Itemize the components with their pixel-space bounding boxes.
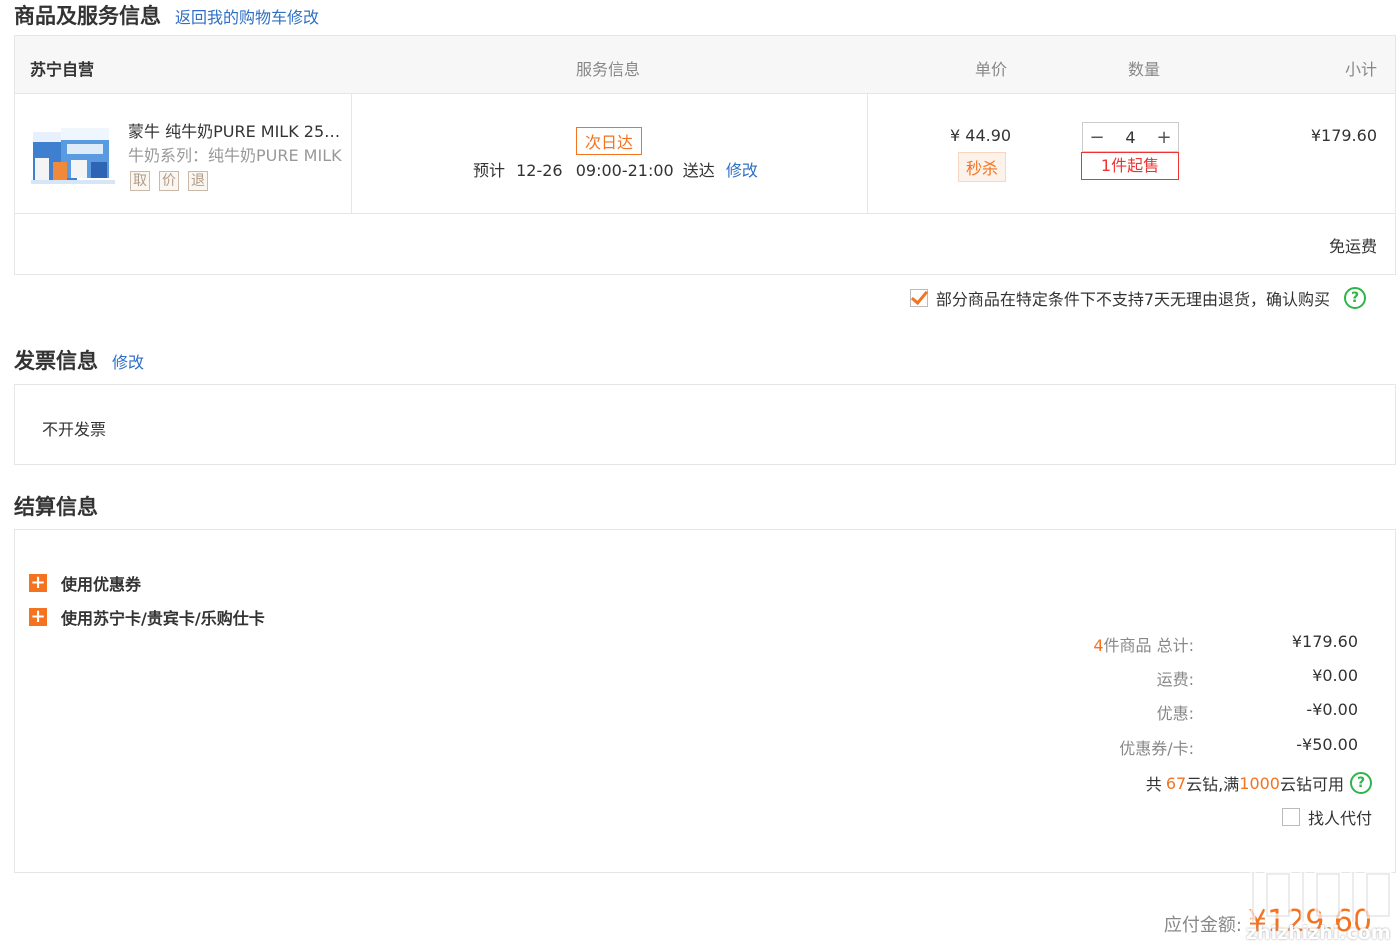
agreement-checkbox[interactable] xyxy=(909,289,928,307)
coins-mid: 云钻,满 xyxy=(1186,775,1240,794)
col-subtotal: 小计 xyxy=(1344,60,1377,79)
summary-discount-label: 优惠: xyxy=(1156,704,1194,723)
summary-freight-label: 运费: xyxy=(1156,670,1194,689)
summary-coupon-value: -¥50.00 xyxy=(1296,735,1358,754)
summary-coupon-label: 优惠券/卡: xyxy=(1119,739,1194,758)
quantity-decrease-button[interactable]: − xyxy=(1083,127,1111,148)
cloud-diamond-info: 共 67 云钻,满 1000 云钻可用 ? xyxy=(1146,771,1372,795)
free-shipping-label: 免运费 xyxy=(1328,237,1377,256)
invoice-section-title: 发票信息 xyxy=(14,349,98,373)
return-icon: 退 xyxy=(188,171,208,191)
summary-discount-value: -¥0.00 xyxy=(1306,700,1358,719)
back-to-cart-link[interactable]: 返回我的购物车修改 xyxy=(175,4,319,28)
delivery-date: 12-26 xyxy=(516,161,563,180)
invoice-section-header: 发票信息 修改 xyxy=(14,345,144,375)
delivery-time: 09:00-21:00 xyxy=(575,161,674,180)
coins-owned: 67 xyxy=(1165,773,1187,793)
col-service: 服务信息 xyxy=(576,60,641,79)
invoice-edit-link[interactable]: 修改 xyxy=(112,349,144,373)
goods-table: 苏宁自营 服务信息 单价 数量 小计 蒙牛 纯牛奶PURE MILK 250ml… xyxy=(14,35,1396,275)
plus-icon: + xyxy=(29,606,47,627)
goods-section-header: 商品及服务信息 返回我的购物车修改 xyxy=(14,0,319,30)
next-day-badge: 次日达 xyxy=(576,127,643,155)
product-name[interactable]: 蒙牛 纯牛奶PURE MILK 250ml×16盒 xyxy=(128,118,350,142)
payable-label: 应付金额: xyxy=(1163,915,1242,936)
summary-total-value: ¥179.60 xyxy=(1291,632,1358,651)
use-coupon-toggle[interactable]: + 使用优惠券 xyxy=(29,571,141,595)
price-protect-icon: 价 xyxy=(159,171,179,191)
product-thumbnail[interactable] xyxy=(31,124,115,186)
flash-sale-badge: 秒杀 xyxy=(958,152,1007,182)
proxy-pay-option[interactable]: 找人代付 xyxy=(1281,805,1372,829)
coins-threshold: 1000 xyxy=(1239,773,1280,793)
coins-suffix: 云钻可用 xyxy=(1279,775,1344,794)
use-coupon-label: 使用优惠券 xyxy=(61,575,142,594)
item-count-label: 件商品 总计: xyxy=(1103,636,1194,655)
pickup-icon: 取 xyxy=(130,171,150,191)
col-unit-price: 单价 xyxy=(975,60,1008,79)
settle-section-title: 结算信息 xyxy=(14,495,98,519)
divider xyxy=(867,94,868,214)
item-count: 4 xyxy=(1093,636,1104,655)
summary-total-label: 4件商品 总计: xyxy=(1093,632,1194,656)
goods-table-header: 苏宁自营 服务信息 单价 数量 小计 xyxy=(15,36,1395,94)
quantity-increase-button[interactable]: + xyxy=(1150,127,1178,148)
invoice-value: 不开发票 xyxy=(42,420,107,439)
service-icons: 取 价 退 xyxy=(130,171,208,191)
delivery-estimate: 预计 12-26 09:00-21:00 送达 修改 xyxy=(473,157,758,181)
min-sale-notice: 1件起售 xyxy=(1081,152,1179,180)
proxy-pay-checkbox[interactable] xyxy=(1281,808,1300,826)
delivery-suffix: 送达 xyxy=(682,161,715,180)
store-name: 苏宁自营 xyxy=(30,60,95,79)
agreement-text: 部分商品在特定条件下不支持7天无理由退货，确认购买 xyxy=(935,290,1330,309)
help-icon[interactable]: ? xyxy=(1350,772,1372,794)
invoice-box: 不开发票 xyxy=(14,384,1396,465)
use-card-toggle[interactable]: + 使用苏宁卡/贵宾卡/乐购仕卡 xyxy=(29,605,265,629)
delivery-edit-link[interactable]: 修改 xyxy=(726,161,758,180)
quantity-stepper: − + xyxy=(1082,122,1179,152)
product-spec: 牛奶系列：纯牛奶PURE MILK xyxy=(128,146,342,165)
summary-freight-value: ¥0.00 xyxy=(1312,666,1358,685)
item-subtotal: ¥179.60 xyxy=(1310,126,1377,145)
goods-section-title: 商品及服务信息 xyxy=(14,4,161,28)
delivery-prefix: 预计 xyxy=(473,161,506,180)
goods-row: 蒙牛 纯牛奶PURE MILK 250ml×16盒 牛奶系列：纯牛奶PURE M… xyxy=(15,94,1395,214)
quantity-input[interactable] xyxy=(1111,124,1150,150)
use-card-label: 使用苏宁卡/贵宾卡/乐购仕卡 xyxy=(61,609,265,628)
proxy-pay-label: 找人代付 xyxy=(1307,809,1372,828)
watermark-text: zhizhizhi.com xyxy=(1246,922,1391,944)
help-icon[interactable]: ? xyxy=(1344,287,1366,309)
settle-section-header: 结算信息 xyxy=(14,491,98,521)
unit-price: ¥ 44.90 xyxy=(950,126,1012,145)
coins-prefix: 共 xyxy=(1145,775,1162,794)
divider xyxy=(351,94,352,214)
plus-icon: + xyxy=(29,572,47,593)
return-policy-agreement: 部分商品在特定条件下不支持7天无理由退货，确认购买 ? xyxy=(909,286,1366,310)
col-quantity: 数量 xyxy=(1128,60,1161,79)
